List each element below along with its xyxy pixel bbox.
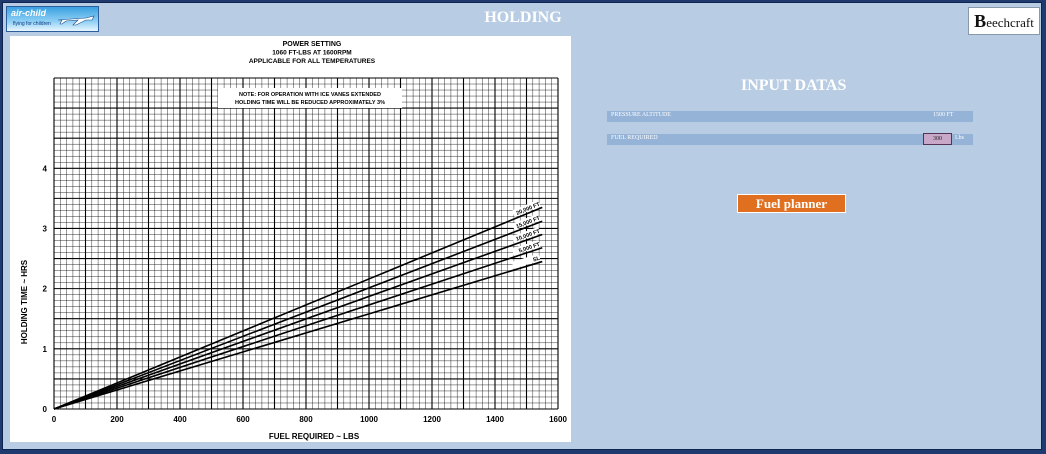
app-window: air-child flying for children HOLDING Be… (2, 2, 1042, 450)
fuel-required-unit: Lbs (955, 135, 964, 141)
x-tick-label: 0 (52, 415, 57, 424)
beechcraft-logo: Beechcraft (968, 7, 1040, 35)
logo-rest: eechcraft (986, 15, 1034, 30)
fuel-required-row: FUEL REQUIRED 300 Lbs (607, 133, 973, 145)
fuel-required-label: FUEL REQUIRED (611, 135, 658, 141)
x-tick-label: 1200 (423, 415, 441, 424)
x-tick-label: 600 (236, 415, 250, 424)
y-tick-label: 3 (43, 224, 48, 233)
y-tick-label: 0 (43, 405, 48, 414)
series-line (53, 220, 543, 410)
x-tick-label: 1400 (486, 415, 504, 424)
y-tick-label: 1 (43, 345, 48, 354)
fuel-required-input[interactable]: 300 (923, 133, 952, 145)
fuel-planner-button[interactable]: Fuel planner (737, 194, 846, 213)
holding-chart: 0 200 400 600 800 1000 1200 1400 160001234 20,00… (20, 41, 567, 441)
chart-note-1: NOTE: FOR OPERATION WITH ICE VANES EXTEN… (239, 92, 381, 98)
series-line (53, 233, 543, 410)
pressure-altitude-unit: FT (946, 112, 954, 118)
pressure-altitude-label: PRESSURE ALTITUDE (611, 112, 671, 118)
pressure-altitude-row: PRESSURE ALTITUDE 1500 FT (607, 111, 973, 122)
pressure-altitude-number: 1500 (933, 112, 945, 118)
y-tick-label: 2 (43, 285, 48, 294)
page-title: HOLDING (484, 9, 562, 26)
chart-subtitle-2: APPLICABLE FOR ALL TEMPERATURES (249, 58, 376, 65)
y-tick-label: 4 (43, 164, 48, 173)
input-panel-title: INPUT DATAS (741, 77, 847, 94)
holding-chart-panel: 0 200 400 600 800 1000 1200 1400 1600 0 1 2 3 4 20,00… (10, 36, 571, 442)
logo-initial: B (974, 11, 987, 31)
chart-note-2: HOLDING TIME WILL BE REDUCED APPROXIMATE… (235, 100, 385, 106)
x-tick-label: 1600 (549, 415, 567, 424)
x-tick-label: 800 (299, 415, 313, 424)
x-tick-label: 400 (173, 415, 187, 424)
x-tick-label: 200 (110, 415, 124, 424)
x-axis-label: FUEL REQUIRED ~ LBS (269, 432, 360, 441)
chart-subtitle-1: 1060 FT-LBS AT 1600RPM (272, 50, 351, 57)
series-line (53, 260, 543, 410)
x-tick-label: 1000 (360, 415, 378, 424)
pressure-altitude-value: 1500 FT (933, 112, 954, 118)
y-axis-label: HOLDING TIME ~ HRS (20, 259, 29, 344)
chart-title: POWER SETTING (283, 41, 342, 48)
